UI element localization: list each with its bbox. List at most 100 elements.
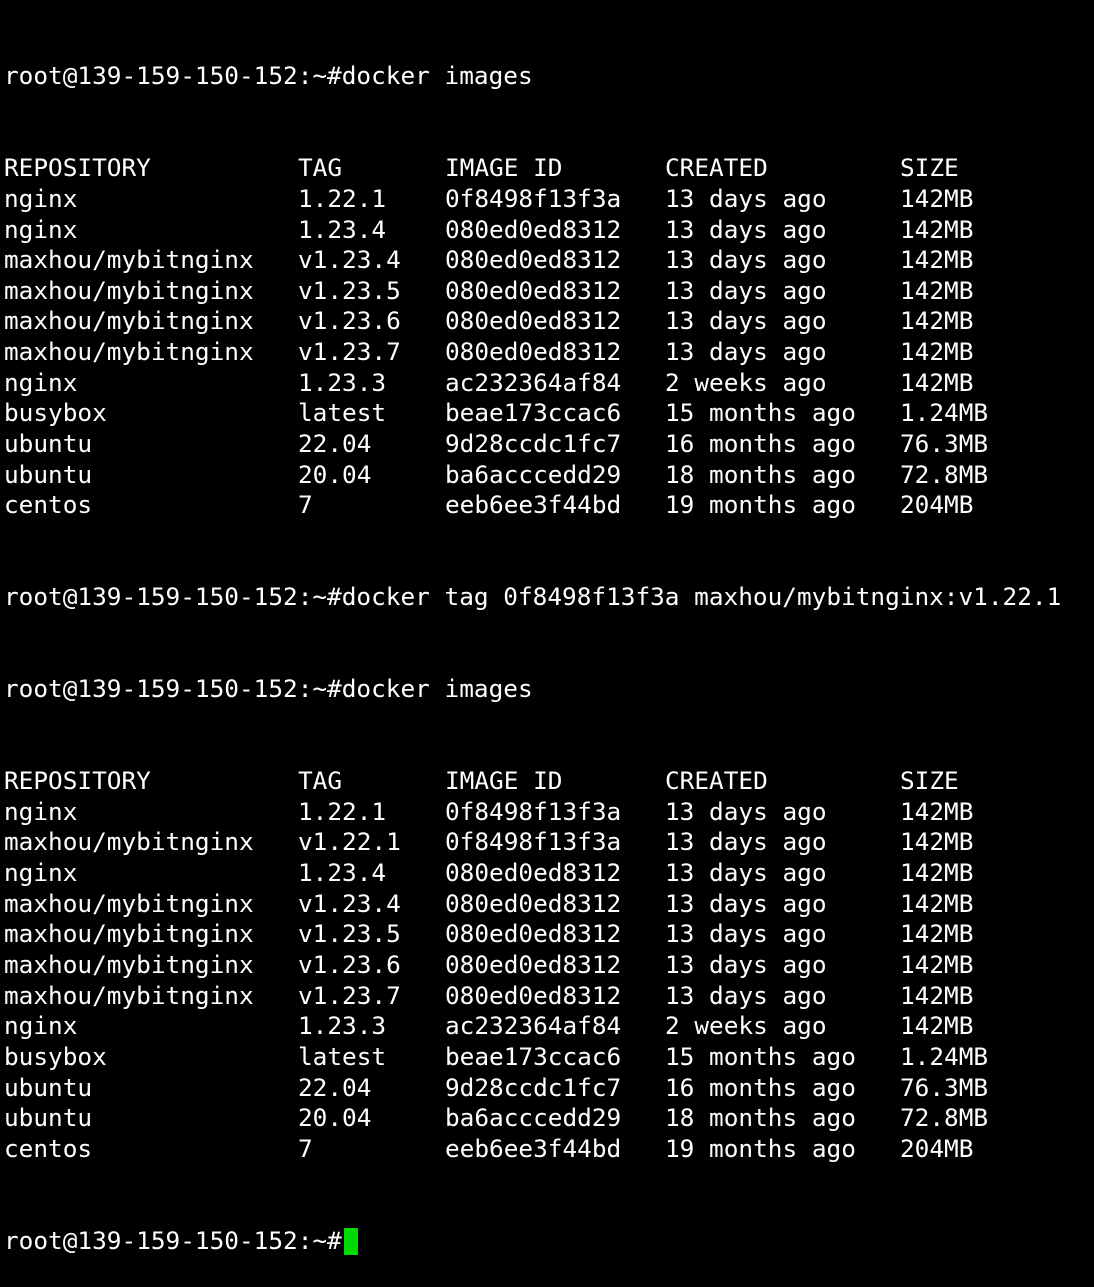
table-cell: ac232364af84: [445, 1011, 622, 1041]
table-cell: 1.23.3: [298, 367, 387, 397]
table-header: REPOSITORY TAG IMAGE ID CREATED SIZE: [4, 153, 1094, 184]
table-cell: 080ed0ed8312: [445, 980, 622, 1010]
table-cell: ubuntu: [4, 459, 93, 489]
table-cell: 080ed0ed8312: [445, 214, 622, 244]
table-cell: 72.8MB: [900, 459, 989, 489]
table-cell: 13 days ago: [665, 306, 827, 336]
table-cell: 204MB: [900, 490, 974, 520]
table-cell: v1.23.5: [298, 919, 401, 949]
table-row: maxhou/mybitnginx v1.23.7 080ed0ed8312 13 d…: [4, 981, 1094, 1012]
column-header: CREATED: [665, 153, 768, 183]
table-cell: v1.23.6: [298, 306, 401, 336]
table-cell: 18 months ago: [665, 1103, 856, 1133]
table-cell: 13 days ago: [665, 245, 827, 275]
table-cell: v1.23.7: [298, 337, 401, 367]
table-cell: ubuntu: [4, 429, 93, 459]
prompt: root@139-159-150-152:~#: [4, 674, 342, 704]
column-header: TAG: [298, 153, 343, 183]
table-row: ubuntu 22.04 9d28ccdc1fc7 16 months ago 76.3…: [4, 1073, 1094, 1104]
table-cell: maxhou/mybitnginx: [4, 827, 254, 857]
table-cell: 1.24MB: [900, 398, 989, 428]
table-cell: 080ed0ed8312: [445, 950, 622, 980]
table-cell: beae173ccac6: [445, 398, 622, 428]
table-cell: 1.23.4: [298, 214, 387, 244]
image-listing-1: REPOSITORY TAG IMAGE ID CREATED SIZE nginx 1.2…: [4, 153, 1094, 521]
table-row: nginx 1.22.1 0f8498f13f3a 13 days ago 142MB: [4, 797, 1094, 828]
table-cell: 142MB: [900, 888, 974, 918]
table-cell: 080ed0ed8312: [445, 245, 622, 275]
table-cell: 13 days ago: [665, 796, 827, 826]
table-cell: maxhou/mybitnginx: [4, 245, 254, 275]
column-header: REPOSITORY: [4, 766, 151, 796]
table-cell: v1.23.7: [298, 980, 401, 1010]
command-text: docker tag 0f8498f13f3a maxhou/mybitngin…: [341, 582, 1062, 612]
table-cell: 1.23.3: [298, 1011, 387, 1041]
table-cell: 9d28ccdc1fc7: [445, 429, 622, 459]
table-cell: v1.23.4: [298, 888, 401, 918]
table-cell: nginx: [4, 796, 78, 826]
table-row: ubuntu 22.04 9d28ccdc1fc7 16 months ago 76.3…: [4, 429, 1094, 460]
table-cell: 16 months ago: [665, 1072, 856, 1102]
table-cell: nginx: [4, 214, 78, 244]
table-row: maxhou/mybitnginx v1.23.4 080ed0ed8312 13 d…: [4, 245, 1094, 276]
table-cell: 15 months ago: [665, 398, 856, 428]
table-cell: v1.22.1: [298, 827, 401, 857]
table-cell: 13 days ago: [665, 980, 827, 1010]
table-cell: 080ed0ed8312: [445, 919, 622, 949]
table-row: maxhou/mybitnginx v1.23.6 080ed0ed8312 13 d…: [4, 306, 1094, 337]
table-cell: nginx: [4, 367, 78, 397]
table-cell: 142MB: [900, 919, 974, 949]
table-cell: 080ed0ed8312: [445, 858, 622, 888]
prompt: root@139-159-150-152:~#: [4, 1225, 342, 1255]
table-row: nginx 1.23.4 080ed0ed8312 13 days ago 142MB: [4, 215, 1094, 246]
table-cell: maxhou/mybitnginx: [4, 919, 254, 949]
table-cell: 1.22.1: [298, 796, 387, 826]
column-header: REPOSITORY: [4, 153, 151, 183]
table-cell: latest: [298, 398, 387, 428]
table-row: maxhou/mybitnginx v1.23.6 080ed0ed8312 13 d…: [4, 950, 1094, 981]
table-header: REPOSITORY TAG IMAGE ID CREATED SIZE: [4, 766, 1094, 797]
table-cell: 13 days ago: [665, 275, 827, 305]
table-cell: maxhou/mybitnginx: [4, 337, 254, 367]
table-cell: v1.23.5: [298, 275, 401, 305]
table-cell: 13 days ago: [665, 337, 827, 367]
table-cell: 76.3MB: [900, 429, 989, 459]
command-line-1: root@139-159-150-152:~# docker images: [4, 61, 1094, 92]
table-cell: 13 days ago: [665, 827, 827, 857]
table-cell: 1.24MB: [900, 1041, 989, 1071]
table-cell: 142MB: [900, 214, 974, 244]
active-prompt-line[interactable]: root@139-159-150-152:~#: [4, 1226, 1094, 1257]
terminal-window[interactable]: root@139-159-150-152:~# docker images RE…: [0, 0, 1094, 1255]
table-cell: 13 days ago: [665, 950, 827, 980]
table-cell: nginx: [4, 1011, 78, 1041]
table-cell: 080ed0ed8312: [445, 337, 622, 367]
table-cell: 142MB: [900, 337, 974, 367]
table-cell: 13 days ago: [665, 183, 827, 213]
table-row: ubuntu 20.04 ba6acccedd29 18 months ago 72.8…: [4, 1103, 1094, 1134]
table-row: nginx 1.23.3 ac232364af84 2 weeks ago 142MB: [4, 368, 1094, 399]
table-cell: 142MB: [900, 245, 974, 275]
command-text: docker images: [341, 674, 533, 704]
table-cell: 13 days ago: [665, 214, 827, 244]
table-cell: 7: [298, 490, 313, 520]
table-row: nginx 1.23.3 ac232364af84 2 weeks ago 142MB: [4, 1011, 1094, 1042]
table-cell: 19 months ago: [665, 490, 856, 520]
table-cell: 20.04: [298, 459, 372, 489]
table-row: busybox latest beae173ccac6 15 months ago 1.…: [4, 398, 1094, 429]
table-cell: busybox: [4, 398, 107, 428]
table-cell: 72.8MB: [900, 1103, 989, 1133]
table-cell: 0f8498f13f3a: [445, 183, 622, 213]
table-cell: maxhou/mybitnginx: [4, 275, 254, 305]
table-cell: 22.04: [298, 429, 372, 459]
table-row: maxhou/mybitnginx v1.23.7 080ed0ed8312 13 d…: [4, 337, 1094, 368]
table-row: centos 7 eeb6ee3f44bd 19 months ago 204MB: [4, 1134, 1094, 1165]
table-cell: ubuntu: [4, 1103, 93, 1133]
table-cell: 142MB: [900, 827, 974, 857]
table-cell: v1.23.4: [298, 245, 401, 275]
table-cell: 2 weeks ago: [665, 1011, 827, 1041]
column-header: CREATED: [665, 766, 768, 796]
table-cell: 080ed0ed8312: [445, 275, 622, 305]
table-cell: 142MB: [900, 275, 974, 305]
table-cell: beae173ccac6: [445, 1041, 622, 1071]
command-line-3: root@139-159-150-152:~# docker images: [4, 674, 1094, 705]
